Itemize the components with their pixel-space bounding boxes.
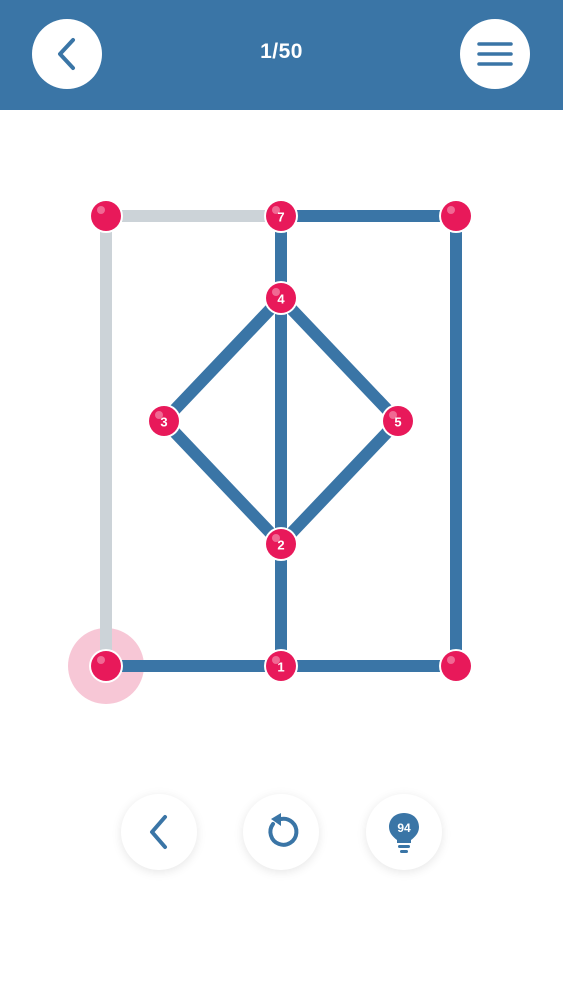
node-shine bbox=[447, 656, 455, 664]
undo-button[interactable] bbox=[121, 794, 197, 870]
lightbulb-icon bbox=[389, 813, 419, 853]
node-n1[interactable]: 1 bbox=[264, 649, 298, 683]
node-label: 1 bbox=[277, 660, 284, 675]
drawn-edge-n5-n2 bbox=[276, 416, 403, 549]
node-shine bbox=[97, 656, 105, 664]
node-tr[interactable] bbox=[439, 199, 473, 233]
node-label: 5 bbox=[394, 415, 401, 430]
node-dot bbox=[91, 201, 121, 231]
node-dot bbox=[441, 651, 471, 681]
drawn-edge-n4-n3 bbox=[159, 293, 286, 426]
node-dot bbox=[91, 651, 121, 681]
hint-button[interactable]: 94 bbox=[366, 794, 442, 870]
node-tl[interactable] bbox=[89, 199, 123, 233]
node-label: 7 bbox=[277, 210, 284, 225]
restart-button[interactable] bbox=[243, 794, 319, 870]
node-n7[interactable]: 7 bbox=[264, 199, 298, 233]
drawn-edge-n3-n2 bbox=[159, 416, 286, 549]
node-shine bbox=[97, 206, 105, 214]
node-n4[interactable]: 4 bbox=[264, 281, 298, 315]
chevron-left-icon bbox=[150, 815, 167, 849]
node-dot bbox=[441, 201, 471, 231]
node-bl[interactable] bbox=[89, 649, 123, 683]
node-label: 4 bbox=[277, 292, 285, 307]
node-n3[interactable]: 3 bbox=[147, 404, 181, 438]
node-n2[interactable]: 2 bbox=[264, 527, 298, 561]
node-label: 2 bbox=[277, 538, 284, 553]
restart-icon bbox=[268, 813, 299, 847]
node-label: 3 bbox=[160, 415, 167, 430]
node-br[interactable] bbox=[439, 649, 473, 683]
node-shine bbox=[447, 206, 455, 214]
drawn-edge-n4-n5 bbox=[276, 293, 403, 426]
node-n5[interactable]: 5 bbox=[381, 404, 415, 438]
